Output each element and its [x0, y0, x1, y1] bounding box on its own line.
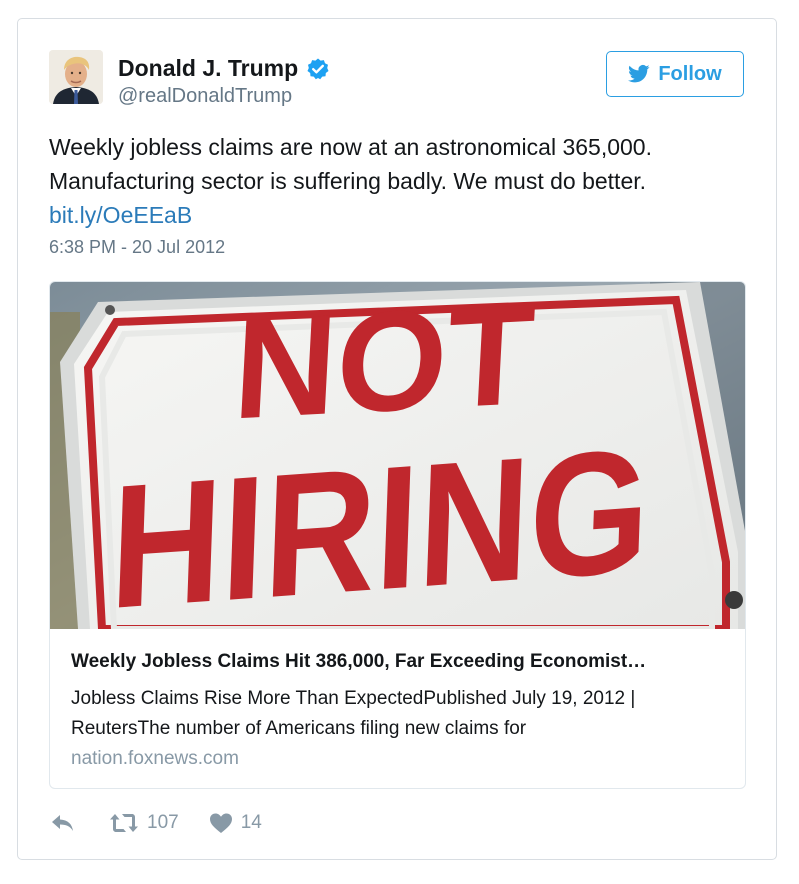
- tweet-card: Donald J. Trump @realDonaldTrump Follow …: [17, 18, 777, 860]
- sign-text-hiring: HIRING: [107, 412, 653, 629]
- like-button[interactable]: 14: [209, 812, 262, 834]
- card-description: Jobless Claims Rise More Than ExpectedPu…: [71, 684, 731, 744]
- retweet-icon: [110, 814, 138, 832]
- link-preview-card[interactable]: NOT HIRING Weekly Jobless Claims Hit 386…: [49, 281, 746, 789]
- avatar-image: [49, 50, 103, 104]
- tweet-link[interactable]: bit.ly/OeEEaB: [49, 198, 192, 232]
- like-count: 14: [240, 812, 262, 833]
- author-handle[interactable]: @realDonaldTrump: [118, 85, 292, 108]
- avatar[interactable]: [49, 50, 103, 104]
- tweet-actions: 107 14: [49, 811, 262, 835]
- card-title[interactable]: Weekly Jobless Claims Hit 386,000, Far E…: [71, 651, 731, 673]
- retweet-button[interactable]: 107: [109, 812, 179, 834]
- author-name-row: Donald J. Trump: [118, 55, 330, 82]
- tweet-text-line-1: Weekly jobless claims are now at an astr…: [49, 134, 652, 160]
- follow-label: Follow: [658, 62, 722, 85]
- not-hiring-sign-image: NOT HIRING: [50, 282, 745, 629]
- verified-badge-icon: [307, 58, 329, 79]
- heart-icon: [209, 813, 232, 833]
- author-name[interactable]: Donald J. Trump: [118, 55, 298, 82]
- tweet-text-line-2: Manufacturing sector is suffering badly.…: [49, 168, 647, 194]
- reply-icon: [52, 815, 73, 831]
- card-image[interactable]: NOT HIRING: [50, 282, 745, 629]
- card-domain[interactable]: nation.foxnews.com: [71, 748, 239, 770]
- tweet-timestamp[interactable]: 6:38 PM - 20 Jul 2012: [49, 237, 225, 258]
- twitter-bird-icon: [628, 64, 650, 83]
- card-description-line-1: Jobless Claims Rise More Than ExpectedPu…: [71, 688, 636, 709]
- reply-button[interactable]: [49, 811, 77, 835]
- retweet-count: 107: [147, 812, 179, 833]
- card-description-line-2: ReutersThe number of Americans filing ne…: [71, 718, 527, 739]
- tweet-text: Weekly jobless claims are now at an astr…: [49, 130, 749, 232]
- follow-button[interactable]: Follow: [606, 51, 744, 97]
